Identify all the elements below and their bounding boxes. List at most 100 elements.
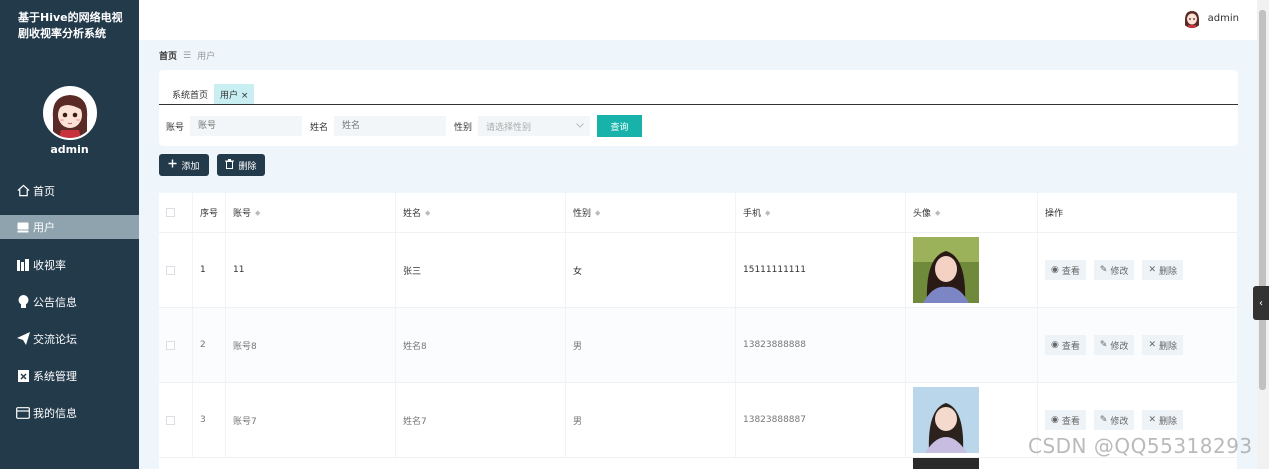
gender-label: 性别 bbox=[454, 122, 473, 133]
sidebar-item-label: 交流论坛 bbox=[33, 332, 77, 346]
cell-account: 账号7 bbox=[226, 383, 396, 457]
sort-icon[interactable]: ◆ bbox=[425, 209, 430, 217]
sidebar-item-label: 用户 bbox=[33, 221, 55, 234]
trash-icon bbox=[225, 158, 235, 172]
header-account[interactable]: 账号 ◆ bbox=[226, 193, 396, 232]
plus-icon bbox=[168, 159, 177, 171]
name-input[interactable] bbox=[334, 116, 447, 136]
bulb-icon bbox=[16, 294, 30, 309]
user-photo[interactable] bbox=[913, 387, 979, 453]
top-username: admin bbox=[1207, 12, 1239, 24]
delete-row-button[interactable]: ✕ 删除 bbox=[1142, 410, 1183, 430]
gender-select[interactable]: 请选择性别 bbox=[478, 116, 591, 136]
sidebar-item-profile[interactable]: 我的信息 bbox=[0, 394, 139, 431]
header-avatar[interactable]: 头像 ◆ bbox=[906, 193, 1038, 232]
add-button[interactable]: 添加 bbox=[159, 154, 209, 176]
sidebar-item-users[interactable]: 用户 bbox=[0, 215, 139, 239]
system-title: 基于Hive的网络电视剧收视率分析系统 bbox=[18, 11, 123, 40]
tab-dashboard[interactable]: 系统首页 bbox=[166, 84, 214, 105]
cell-ops: ◉ 查看 ✎ 修改 ✕ 删除 bbox=[1038, 233, 1237, 307]
cell-name: 姓名7 bbox=[396, 383, 566, 457]
sidebar-item-forum[interactable]: 交流论坛 bbox=[0, 320, 139, 357]
view-button[interactable]: ◉ 查看 bbox=[1045, 335, 1086, 355]
table-row[interactable]: 2 账号8 姓名8 男 13823888888 ◉ 查看 ✎ 修改 ✕ 删除 bbox=[159, 308, 1237, 383]
row-checkbox[interactable] bbox=[166, 415, 175, 425]
close-icon: ✕ bbox=[1148, 415, 1156, 425]
delete-button-label: 删除 bbox=[238, 161, 257, 172]
edit-button[interactable]: ✎ 修改 bbox=[1093, 335, 1135, 355]
tab-bar: 系统首页 用户 × bbox=[166, 84, 255, 105]
header-gender[interactable]: 性别 ◆ bbox=[566, 193, 736, 232]
select-all-checkbox[interactable] bbox=[166, 208, 175, 217]
header-avatar-label: 头像 bbox=[913, 209, 932, 219]
sort-icon[interactable]: ◆ bbox=[255, 209, 260, 217]
cell-avatar bbox=[906, 383, 1038, 457]
user-photo[interactable] bbox=[913, 237, 979, 303]
scrollbar-thumb[interactable] bbox=[1259, 10, 1266, 390]
sidebar-item-label: 公告信息 bbox=[33, 295, 77, 309]
close-icon: ✕ bbox=[1148, 340, 1156, 350]
eye-icon: ◉ bbox=[1051, 340, 1059, 350]
sidebar-item-label: 首页 bbox=[33, 184, 55, 198]
row-checkbox-cell bbox=[159, 383, 193, 457]
sort-icon[interactable]: ◆ bbox=[935, 209, 940, 217]
users-table: 序号 账号 ◆ 姓名 ◆ 性别 ◆ 手机 ◆ 头像 ◆ 操作 1 11 张三 女 1511… bbox=[159, 193, 1237, 469]
search-button[interactable]: 查询 bbox=[597, 115, 643, 137]
chart-icon bbox=[16, 258, 30, 272]
cell-gender: 女 bbox=[566, 233, 736, 307]
collapse-toggle[interactable]: ‹ bbox=[1253, 286, 1269, 320]
view-label: 查看 bbox=[1061, 266, 1080, 277]
delete-button[interactable]: 删除 bbox=[217, 154, 265, 176]
view-button[interactable]: ◉ 查看 bbox=[1045, 410, 1086, 430]
cell-account: 11 bbox=[226, 233, 396, 307]
cell-name: 张三 bbox=[396, 233, 566, 307]
view-label: 查看 bbox=[1061, 416, 1080, 427]
cell-gender: 男 bbox=[566, 308, 736, 382]
header-phone[interactable]: 手机 ◆ bbox=[736, 193, 906, 232]
delete-row-button[interactable]: ✕ 删除 bbox=[1142, 260, 1183, 280]
edit-label: 修改 bbox=[1110, 341, 1129, 352]
header-ops-label: 操作 bbox=[1045, 209, 1064, 219]
row-checkbox[interactable] bbox=[166, 340, 175, 350]
send-icon bbox=[16, 332, 30, 346]
edit-icon: ✎ bbox=[1099, 415, 1108, 425]
close-icon: ✕ bbox=[1148, 265, 1156, 275]
edit-label: 修改 bbox=[1110, 416, 1129, 427]
sort-icon[interactable]: ◆ bbox=[765, 209, 770, 217]
edit-icon: ✎ bbox=[1099, 340, 1108, 350]
top-user-menu[interactable]: admin bbox=[1181, 8, 1239, 28]
cell-account: 账号8 bbox=[226, 308, 396, 382]
delete-label: 删除 bbox=[1158, 416, 1177, 427]
sort-icon[interactable]: ◆ bbox=[595, 209, 600, 217]
view-button[interactable]: ◉ 查看 bbox=[1045, 260, 1086, 280]
user-photo[interactable] bbox=[913, 458, 979, 469]
edit-button[interactable]: ✎ 修改 bbox=[1093, 410, 1135, 430]
table-row[interactable]: 1 11 张三 女 15111111111 ◉ 查看 ✎ 修改 ✕ 删除 bbox=[159, 233, 1237, 308]
account-input[interactable] bbox=[190, 116, 303, 136]
add-button-label: 添加 bbox=[181, 161, 200, 172]
eye-icon: ◉ bbox=[1051, 265, 1059, 275]
cell-name: 姓名8 bbox=[396, 308, 566, 382]
sidebar-item-ratings[interactable]: 收视率 bbox=[0, 246, 139, 283]
sidebar-item-notices[interactable]: 公告信息 bbox=[0, 283, 139, 320]
watermark: CSDN @QQ55318293 bbox=[1028, 434, 1253, 458]
cell-avatar bbox=[906, 308, 1038, 382]
cell-ops: ◉ 查看 ✎ 修改 ✕ 删除 bbox=[1038, 308, 1237, 382]
header-phone-label: 手机 bbox=[743, 209, 762, 219]
chevron-left-icon: ‹ bbox=[1259, 297, 1263, 309]
eye-icon: ◉ bbox=[1051, 415, 1059, 425]
header-index: 序号 bbox=[193, 193, 226, 232]
tab-users[interactable]: 用户 × bbox=[214, 84, 255, 105]
cell-gender: 男 bbox=[566, 383, 736, 457]
edit-button[interactable]: ✎ 修改 bbox=[1093, 260, 1135, 280]
chevron-down-icon bbox=[576, 121, 584, 131]
header-name[interactable]: 姓名 ◆ bbox=[396, 193, 566, 232]
sidebar-item-system[interactable]: 系统管理 bbox=[0, 357, 139, 394]
breadcrumb-home[interactable]: 首页 bbox=[159, 49, 177, 62]
breadcrumb-separator-icon: ☰ bbox=[183, 50, 192, 61]
sidebar-username: admin bbox=[50, 143, 89, 156]
edit-label: 修改 bbox=[1110, 266, 1129, 277]
row-checkbox[interactable] bbox=[166, 265, 175, 275]
delete-row-button[interactable]: ✕ 删除 bbox=[1142, 335, 1183, 355]
sidebar-item-home[interactable]: 首页 bbox=[0, 172, 139, 209]
